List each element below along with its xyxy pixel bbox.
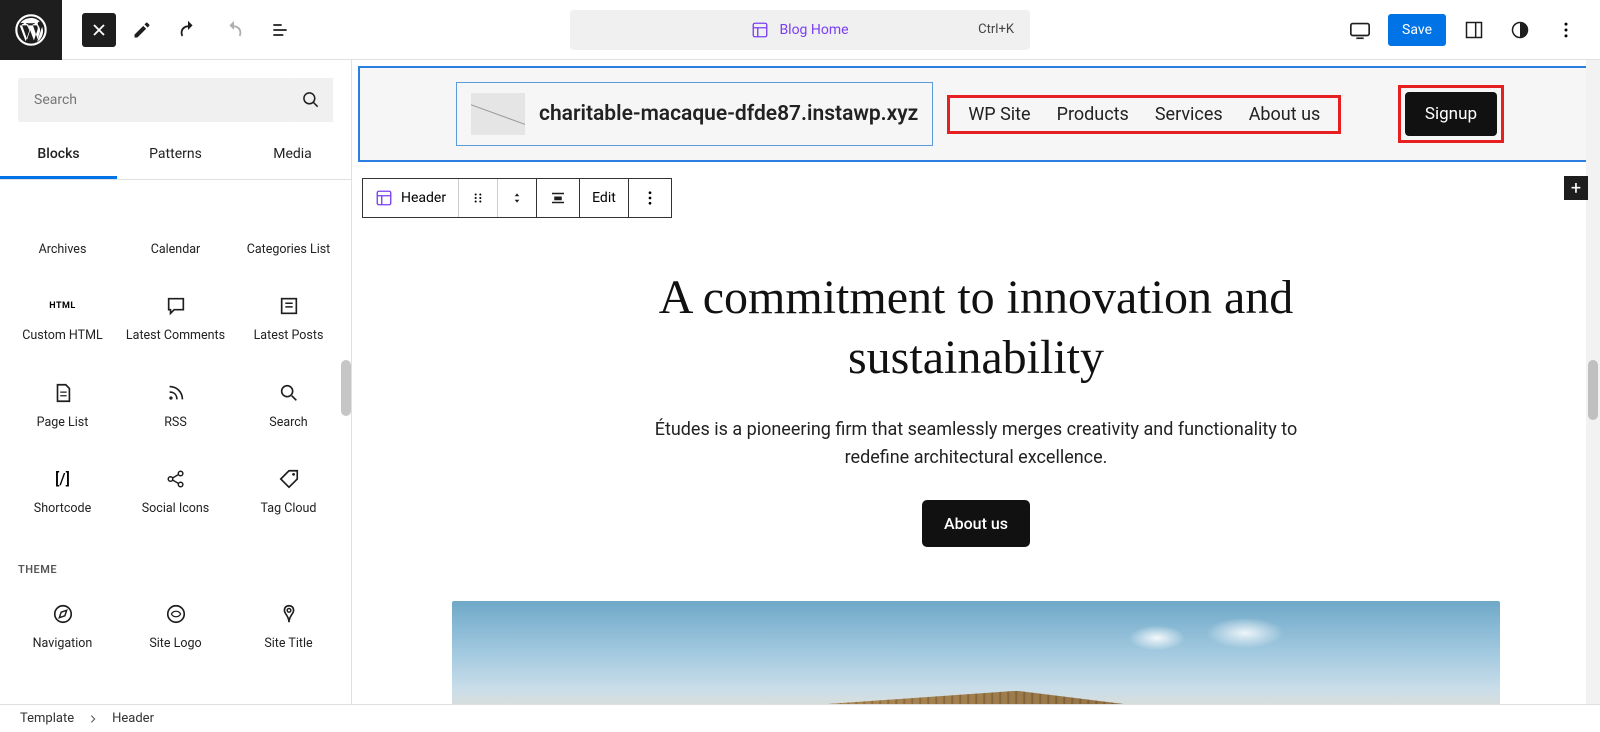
block-latest-posts[interactable]: Latest Posts bbox=[232, 276, 345, 362]
about-us-button[interactable]: About us bbox=[922, 500, 1030, 547]
document-outline-icon[interactable] bbox=[260, 10, 300, 50]
hero-image[interactable] bbox=[452, 601, 1500, 704]
nav-link[interactable]: About us bbox=[1249, 104, 1321, 125]
wp-logo[interactable] bbox=[0, 0, 62, 60]
block-toolbar: Header Edit bbox=[362, 178, 1600, 218]
block-categories-list[interactable]: Categories List bbox=[232, 190, 345, 276]
redo-icon[interactable] bbox=[214, 10, 254, 50]
block-archives[interactable]: Archives bbox=[6, 190, 119, 276]
search-icon[interactable] bbox=[289, 78, 333, 122]
template-selector[interactable]: Blog Home Ctrl+K bbox=[570, 10, 1030, 50]
search-input[interactable] bbox=[18, 78, 289, 122]
block-more-icon[interactable] bbox=[629, 179, 671, 217]
tab-media[interactable]: Media bbox=[234, 132, 351, 179]
move-updown-icon[interactable] bbox=[498, 179, 536, 217]
block-custom-html[interactable]: HTML Custom HTML bbox=[6, 276, 119, 362]
edit-pencil-icon[interactable] bbox=[122, 10, 162, 50]
block-search[interactable]: Search bbox=[232, 363, 345, 449]
chevron-right-icon bbox=[88, 714, 98, 724]
template-icon bbox=[751, 21, 769, 39]
block-rss[interactable]: RSS bbox=[119, 363, 232, 449]
site-logo-placeholder[interactable] bbox=[471, 93, 525, 135]
block-page-list[interactable]: Page List bbox=[6, 363, 119, 449]
block-latest-comments[interactable]: Latest Comments bbox=[119, 276, 232, 362]
nav-link[interactable]: Products bbox=[1057, 104, 1129, 125]
block-shortcode[interactable]: [/] Shortcode bbox=[6, 449, 119, 535]
breadcrumb-current[interactable]: Header bbox=[112, 711, 154, 726]
blocks-panel: Archives Calendar Categories List HTML C… bbox=[0, 180, 351, 704]
close-button[interactable] bbox=[82, 13, 116, 47]
tab-blocks[interactable]: Blocks bbox=[0, 132, 117, 179]
align-icon[interactable] bbox=[537, 179, 579, 217]
block-social-icons[interactable]: Social Icons bbox=[119, 449, 232, 535]
tab-patterns[interactable]: Patterns bbox=[117, 132, 234, 179]
block-site-logo[interactable]: Site Logo bbox=[119, 584, 232, 670]
block-navigation[interactable]: Navigation bbox=[6, 584, 119, 670]
site-identity-group[interactable]: charitable-macaque-dfde87.instawp.xyz bbox=[456, 82, 933, 146]
nav-link[interactable]: WP Site bbox=[968, 104, 1030, 125]
nav-link[interactable]: Services bbox=[1155, 104, 1223, 125]
scrollbar-thumb[interactable] bbox=[341, 360, 351, 416]
undo-icon[interactable] bbox=[168, 10, 208, 50]
block-site-title[interactable]: Site Title bbox=[232, 584, 345, 670]
block-type-indicator[interactable]: Header bbox=[363, 179, 459, 217]
styles-icon[interactable] bbox=[1502, 12, 1538, 48]
block-calendar[interactable]: Calendar bbox=[119, 190, 232, 276]
block-tag-cloud[interactable]: Tag Cloud bbox=[232, 449, 345, 535]
template-name: Blog Home bbox=[779, 22, 848, 38]
signup-button[interactable]: Signup bbox=[1405, 92, 1497, 136]
drag-handle-icon[interactable] bbox=[459, 179, 498, 217]
editor-canvas: charitable-macaque-dfde87.instawp.xyz WP… bbox=[352, 60, 1600, 704]
headline-text[interactable]: A commitment to innovation and sustainab… bbox=[566, 268, 1386, 388]
site-title-text[interactable]: charitable-macaque-dfde87.instawp.xyz bbox=[539, 102, 918, 126]
top-toolbar: Blog Home Ctrl+K Save bbox=[0, 0, 1600, 60]
settings-panel-icon[interactable] bbox=[1456, 12, 1492, 48]
save-button[interactable]: Save bbox=[1388, 14, 1446, 46]
section-theme-label: THEME bbox=[0, 535, 351, 584]
breadcrumb-root[interactable]: Template bbox=[20, 711, 74, 726]
canvas-scrollbar[interactable] bbox=[1586, 60, 1600, 704]
more-menu-icon[interactable] bbox=[1548, 12, 1584, 48]
add-block-button[interactable]: + bbox=[1564, 176, 1588, 200]
navigation-block-highlight[interactable]: WP Site Products Services About us bbox=[947, 95, 1341, 134]
shortcut-label: Ctrl+K bbox=[978, 22, 1014, 37]
breadcrumb: Template Header bbox=[0, 704, 1600, 732]
edit-button[interactable]: Edit bbox=[580, 179, 628, 217]
page-content: A commitment to innovation and sustainab… bbox=[352, 218, 1600, 547]
inserter-tabs: Blocks Patterns Media bbox=[0, 132, 351, 180]
device-preview-icon[interactable] bbox=[1342, 12, 1378, 48]
header-template-part[interactable]: charitable-macaque-dfde87.instawp.xyz WP… bbox=[358, 66, 1588, 162]
subhead-text[interactable]: Études is a pioneering firm that seamles… bbox=[646, 416, 1306, 472]
signup-button-highlight[interactable]: Signup bbox=[1398, 85, 1504, 143]
inserter-sidebar: Blocks Patterns Media Archives Calendar … bbox=[0, 60, 352, 704]
